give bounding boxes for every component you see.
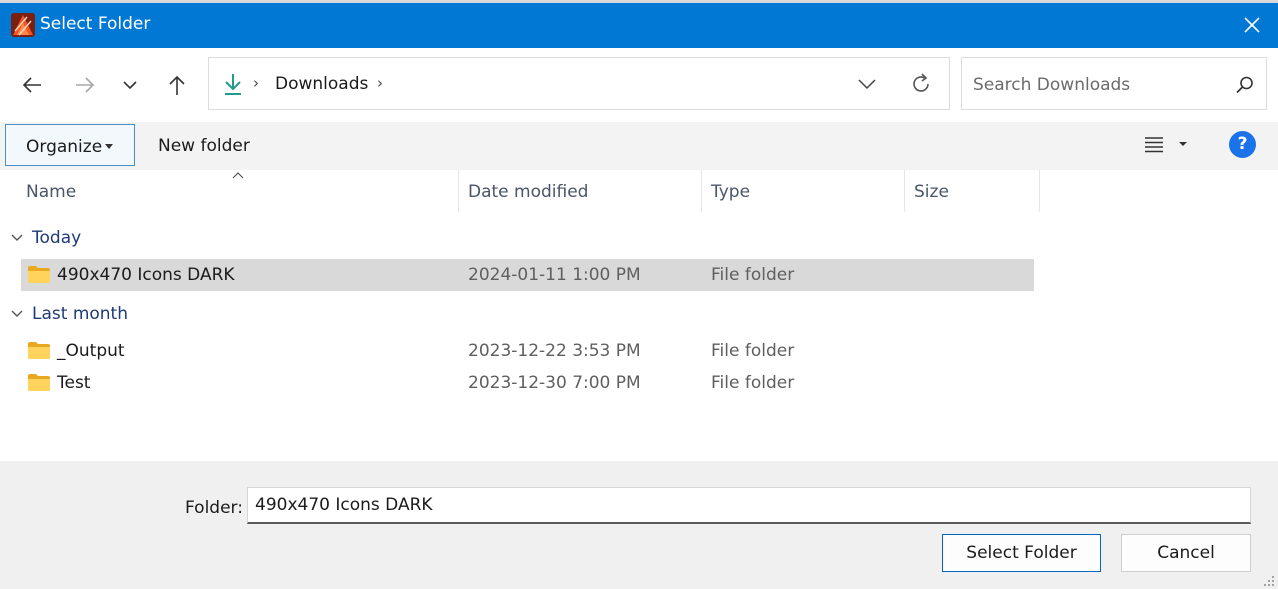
- folder-label: Folder:: [185, 498, 243, 518]
- chevron-down-icon: [11, 310, 23, 317]
- affinity-publisher-icon: [11, 13, 35, 37]
- item-date-modified: 2023-12-30 7:00 PM: [468, 373, 641, 393]
- navigation-bar: › Downloads › Search Downloads: [0, 48, 1278, 122]
- item-name: _Output: [57, 341, 125, 361]
- column-divider[interactable]: [904, 170, 905, 212]
- close-icon[interactable]: [1241, 14, 1263, 36]
- item-date-modified: 2023-12-22 3:53 PM: [468, 341, 641, 361]
- organize-button[interactable]: Organize: [5, 124, 135, 166]
- column-header-size[interactable]: Size: [914, 181, 949, 203]
- item-type: File folder: [711, 265, 795, 285]
- cancel-button[interactable]: Cancel: [1121, 534, 1251, 572]
- arrow-up-icon: [169, 75, 185, 95]
- column-headers: Name Date modified Type Size: [0, 170, 1278, 212]
- chevron-down-icon: [858, 79, 876, 90]
- search-icon[interactable]: [1235, 75, 1255, 95]
- column-header-name[interactable]: Name: [26, 181, 76, 203]
- help-button[interactable]: ?: [1229, 131, 1256, 158]
- dialog-footer: Folder: Select Folder Cancel: [0, 461, 1278, 589]
- organize-label: Organize: [26, 137, 103, 157]
- refresh-button[interactable]: [909, 72, 933, 96]
- list-view-icon: [1145, 137, 1187, 153]
- group-label: Today: [32, 228, 82, 248]
- list-item[interactable]: 490x470 Icons DARK 2024-01-11 1:00 PM Fi…: [21, 259, 1034, 291]
- column-header-date-modified[interactable]: Date modified: [468, 181, 588, 203]
- breadcrumb-separator[interactable]: ›: [253, 74, 259, 92]
- download-icon: [222, 72, 244, 96]
- address-history-dropdown[interactable]: [857, 76, 877, 92]
- column-divider[interactable]: [701, 170, 702, 212]
- command-bar: Organize New folder ?: [0, 122, 1278, 170]
- select-folder-button[interactable]: Select Folder: [942, 534, 1101, 572]
- column-divider[interactable]: [458, 170, 459, 212]
- group-header-today[interactable]: Today: [0, 223, 640, 253]
- arrow-right-icon: [76, 77, 95, 93]
- folder-icon: [28, 342, 50, 359]
- recent-locations-button[interactable]: [113, 68, 147, 102]
- item-type: File folder: [711, 341, 795, 361]
- up-button[interactable]: [160, 68, 194, 102]
- item-date-modified: 2024-01-11 1:00 PM: [468, 265, 641, 285]
- item-name: Test: [57, 373, 91, 393]
- folder-icon: [28, 374, 50, 391]
- back-button[interactable]: [15, 68, 49, 102]
- caret-down-icon: [105, 144, 113, 149]
- item-type: File folder: [711, 373, 795, 393]
- folder-name-input[interactable]: [247, 487, 1251, 524]
- breadcrumb-separator[interactable]: ›: [377, 74, 383, 92]
- breadcrumb-downloads[interactable]: Downloads: [275, 73, 368, 95]
- search-input[interactable]: Search Downloads: [973, 74, 1130, 96]
- chevron-down-icon: [11, 234, 23, 241]
- chevron-down-icon: [123, 81, 137, 90]
- address-bar[interactable]: › Downloads ›: [208, 57, 950, 110]
- search-box[interactable]: Search Downloads: [961, 57, 1267, 110]
- change-view-button[interactable]: [1143, 132, 1193, 158]
- column-header-type[interactable]: Type: [711, 181, 750, 203]
- column-divider[interactable]: [1039, 170, 1040, 212]
- folder-icon: [28, 266, 50, 283]
- title-bar-top-strip: [0, 0, 1278, 3]
- list-item[interactable]: Test 2023-12-30 7:00 PM File folder: [21, 367, 1034, 399]
- refresh-icon: [913, 73, 929, 92]
- arrow-left-icon: [22, 77, 41, 93]
- sort-ascending-icon: [232, 172, 244, 179]
- title-bar: Select Folder: [0, 0, 1278, 48]
- list-item[interactable]: _Output 2023-12-22 3:53 PM File folder: [21, 335, 1034, 367]
- group-header-last-month[interactable]: Last month: [0, 299, 640, 329]
- item-name: 490x470 Icons DARK: [57, 265, 235, 285]
- new-folder-button[interactable]: New folder: [158, 135, 250, 157]
- group-label: Last month: [32, 304, 128, 324]
- window-title: Select Folder: [40, 14, 151, 34]
- resize-grip-icon[interactable]: [1262, 574, 1276, 588]
- forward-button[interactable]: [68, 68, 102, 102]
